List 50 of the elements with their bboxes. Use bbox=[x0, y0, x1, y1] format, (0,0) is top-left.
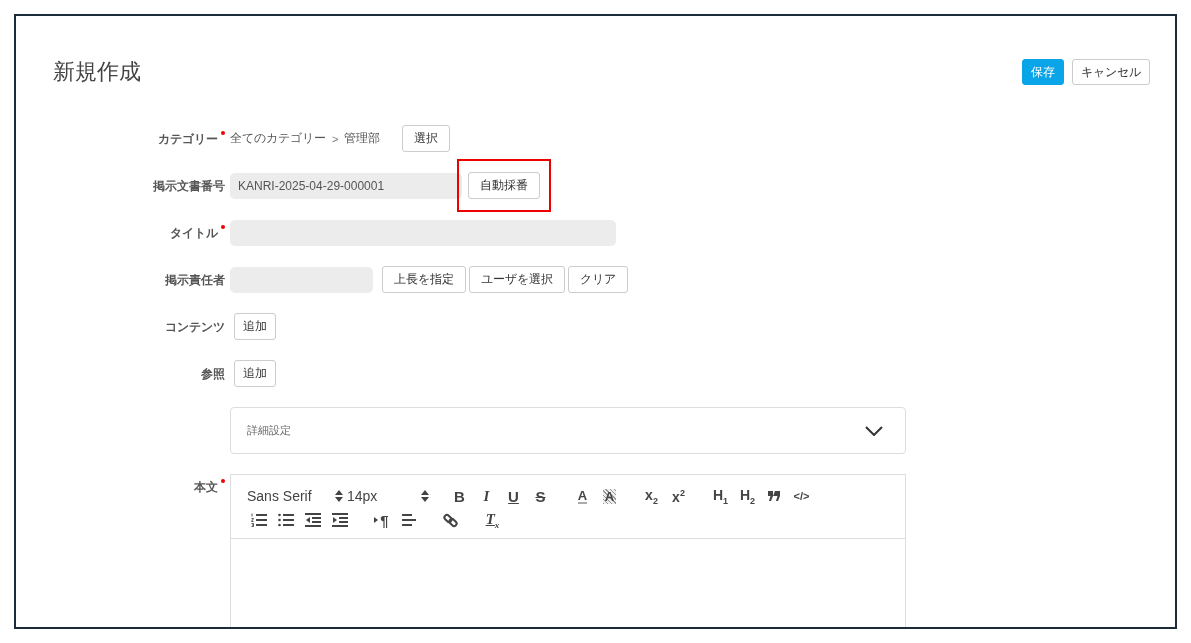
script-button[interactable]: x$^{2}$ bbox=[665, 485, 692, 507]
field-label: 参照 bbox=[201, 366, 225, 383]
breadcrumb-item[interactable]: 全てのカテゴリー bbox=[230, 130, 326, 147]
cancel-button[interactable]: キャンセル bbox=[1072, 59, 1150, 85]
page-title: 新規作成 bbox=[53, 58, 141, 86]
numbered-list-icon bbox=[250, 513, 267, 527]
code-button[interactable]: </> bbox=[788, 485, 815, 507]
field-label: 掲示責任者 bbox=[165, 272, 225, 289]
action-button[interactable]: ユーザを選択 bbox=[469, 266, 565, 293]
select-button[interactable]: 選択 bbox=[402, 125, 451, 152]
heading-button[interactable]: H$_{2}$ bbox=[734, 485, 761, 507]
action-button[interactable]: 追加 bbox=[234, 360, 276, 387]
text-direction-button[interactable]: ¶ bbox=[368, 509, 395, 531]
breadcrumb-item[interactable]: 管理部 bbox=[344, 130, 381, 147]
rich-text-editor[interactable]: Sans Serif 14px B I U S A A x$_{2}$ x$^{2}$ H$_{1}$ H$_{2}$ </> ¶ T$_{x}$ bbox=[230, 474, 906, 627]
highlight-color-button[interactable]: A bbox=[596, 485, 623, 507]
field-label: カテゴリー bbox=[158, 131, 225, 148]
font-select[interactable]: Sans Serif bbox=[245, 485, 345, 507]
bullet-list-icon bbox=[277, 513, 294, 527]
clear-format-button[interactable]: T$_{x}$ bbox=[479, 509, 506, 531]
quote-icon bbox=[768, 491, 781, 501]
align-left-icon bbox=[401, 513, 416, 527]
underline-button[interactable]: U bbox=[500, 485, 527, 507]
size-select[interactable]: 14px bbox=[345, 485, 431, 507]
outdent-icon bbox=[304, 513, 321, 527]
action-button[interactable]: 自動採番 bbox=[468, 172, 540, 199]
bold-button[interactable]: B bbox=[446, 485, 473, 507]
select-value: Sans Serif bbox=[247, 488, 312, 504]
italic-button[interactable]: I bbox=[473, 485, 500, 507]
field-label: タイトル bbox=[170, 225, 225, 242]
breadcrumb-separator: > bbox=[332, 132, 339, 145]
link-icon bbox=[443, 512, 458, 528]
field-label: コンテンツ bbox=[165, 319, 225, 336]
field-label: 掲示文書番号 bbox=[153, 178, 225, 195]
action-button[interactable]: 追加 bbox=[234, 313, 276, 340]
details-panel[interactable]: 詳細設定 bbox=[230, 407, 906, 454]
text-color-button[interactable]: A bbox=[569, 485, 596, 507]
action-button[interactable]: 上長を指定 bbox=[382, 266, 466, 293]
heading-button[interactable]: H$_{1}$ bbox=[707, 485, 734, 507]
select-value: 14px bbox=[347, 488, 378, 504]
text-field[interactable]: KANRI-2025-04-29-000001 bbox=[230, 172, 462, 199]
strikethrough-button[interactable]: S bbox=[527, 485, 554, 507]
indent-icon bbox=[331, 513, 348, 527]
details-label: 詳細設定 bbox=[247, 423, 291, 438]
chevron-down-icon[interactable] bbox=[865, 425, 883, 436]
field-label: 本文 bbox=[194, 479, 225, 496]
updown-arrow-icon bbox=[335, 490, 343, 502]
action-button[interactable]: クリア bbox=[568, 266, 628, 293]
script-button[interactable]: x$_{2}$ bbox=[638, 485, 665, 507]
updown-arrow-icon bbox=[421, 490, 429, 502]
